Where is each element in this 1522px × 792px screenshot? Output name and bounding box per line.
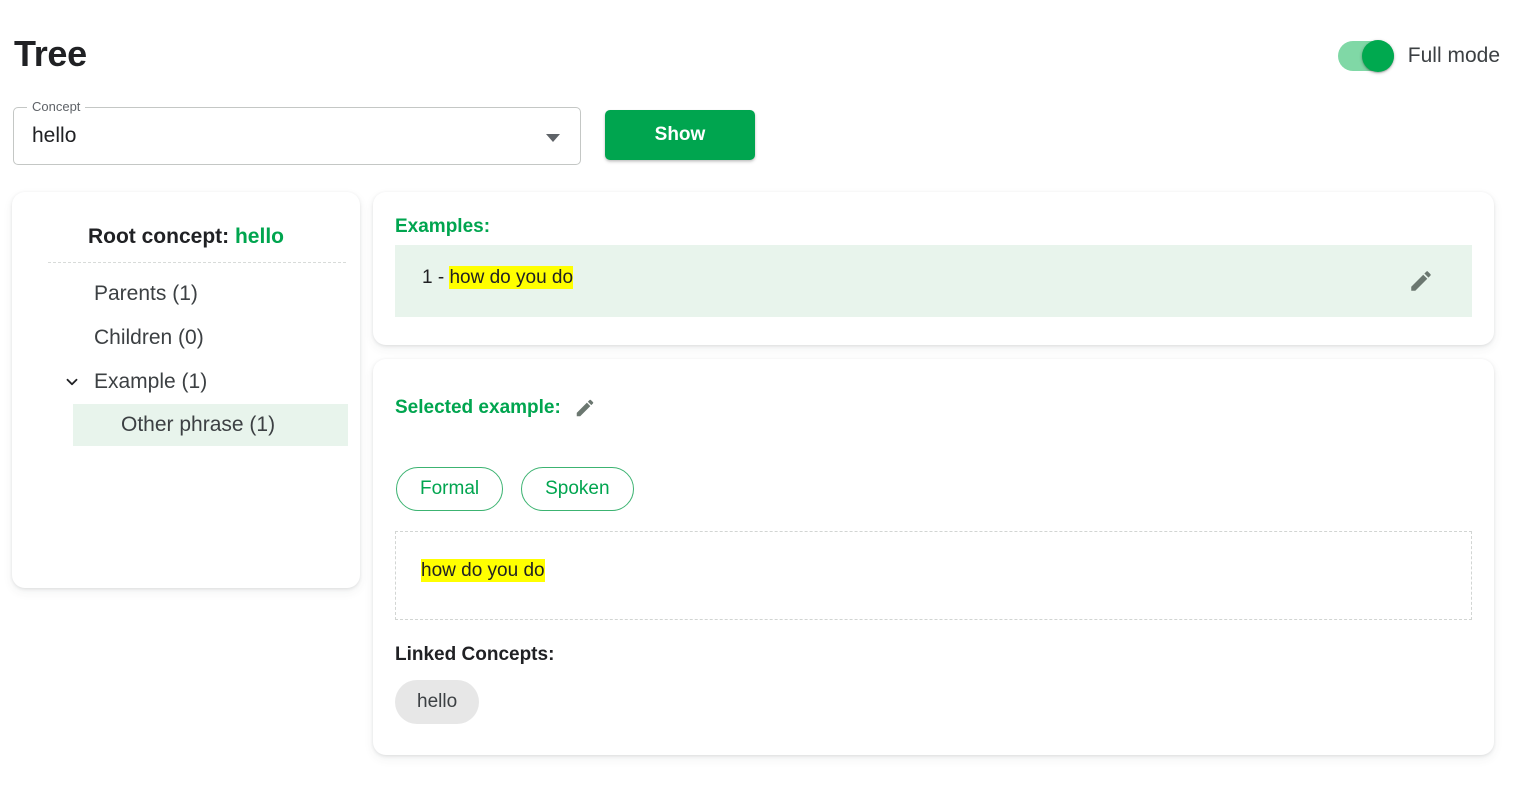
- tree-node-example[interactable]: Example (1): [12, 360, 360, 404]
- pencil-icon[interactable]: [574, 397, 596, 419]
- concept-select-legend: Concept: [27, 99, 86, 115]
- linked-concepts-heading: Linked Concepts:: [395, 644, 555, 665]
- linked-concepts-row: hello: [395, 680, 480, 724]
- concept-select-value: hello: [32, 124, 77, 147]
- example-row-index: 1 -: [422, 267, 450, 288]
- example-row-text: 1 - how do you do: [422, 266, 574, 289]
- examples-panel: Examples: 1 - how do you do: [373, 192, 1494, 345]
- tree-node-label: Parents (1): [94, 282, 198, 305]
- example-row[interactable]: 1 - how do you do: [395, 245, 1472, 317]
- register-chips-row: Formal Spoken: [396, 467, 634, 511]
- root-concept-value: hello: [234, 225, 284, 248]
- tree-divider: [48, 262, 346, 263]
- selected-phrase-box[interactable]: how do you do: [395, 531, 1472, 620]
- root-concept-line: Root concept: hello: [12, 225, 360, 249]
- tree-panel: Root concept: hello Parents (1) Children…: [12, 192, 360, 588]
- examples-heading: Examples:: [395, 216, 491, 237]
- tree-page: Tree Full mode Concept hello Show Root c…: [0, 0, 1522, 792]
- selected-phrase-highlight: how do you do: [421, 559, 545, 582]
- concept-row: Concept hello: [0, 99, 1522, 177]
- tree-node-other-phrase[interactable]: Other phrase (1): [73, 404, 348, 446]
- tree-node-list: Parents (1) Children (0) Example (1) Oth…: [12, 272, 360, 446]
- show-button[interactable]: Show: [605, 110, 755, 160]
- example-row-phrase: how do you do: [449, 266, 574, 289]
- chevron-down-icon: [546, 134, 560, 142]
- concept-select[interactable]: Concept hello: [13, 99, 581, 165]
- tree-node-label: Other phrase (1): [121, 413, 276, 436]
- selected-example-panel: Selected example: Formal Spoken how do y…: [373, 359, 1494, 755]
- pencil-icon[interactable]: [1408, 268, 1434, 294]
- root-concept-prefix: Root concept:: [87, 225, 230, 248]
- full-mode-control: Full mode: [1337, 40, 1500, 72]
- tree-node-children[interactable]: Children (0): [12, 316, 360, 360]
- selected-phrase-text: how do you do: [421, 559, 545, 582]
- chip-spoken[interactable]: Spoken: [521, 467, 634, 511]
- tree-node-label: Example (1): [94, 370, 208, 393]
- full-mode-toggle[interactable]: [1337, 40, 1394, 72]
- page-header: Tree Full mode: [0, 0, 1522, 96]
- selected-example-heading-row: Selected example:: [395, 397, 596, 419]
- tree-node-label: Children (0): [94, 326, 204, 349]
- chip-formal[interactable]: Formal: [396, 467, 504, 511]
- toggle-knob: [1361, 40, 1394, 72]
- linked-concept-chip[interactable]: hello: [395, 680, 480, 724]
- chevron-down-icon[interactable]: [62, 372, 82, 392]
- selected-example-heading: Selected example:: [395, 397, 561, 418]
- page-title: Tree: [14, 33, 87, 74]
- full-mode-label: Full mode: [1407, 44, 1500, 67]
- tree-node-parents[interactable]: Parents (1): [12, 272, 360, 316]
